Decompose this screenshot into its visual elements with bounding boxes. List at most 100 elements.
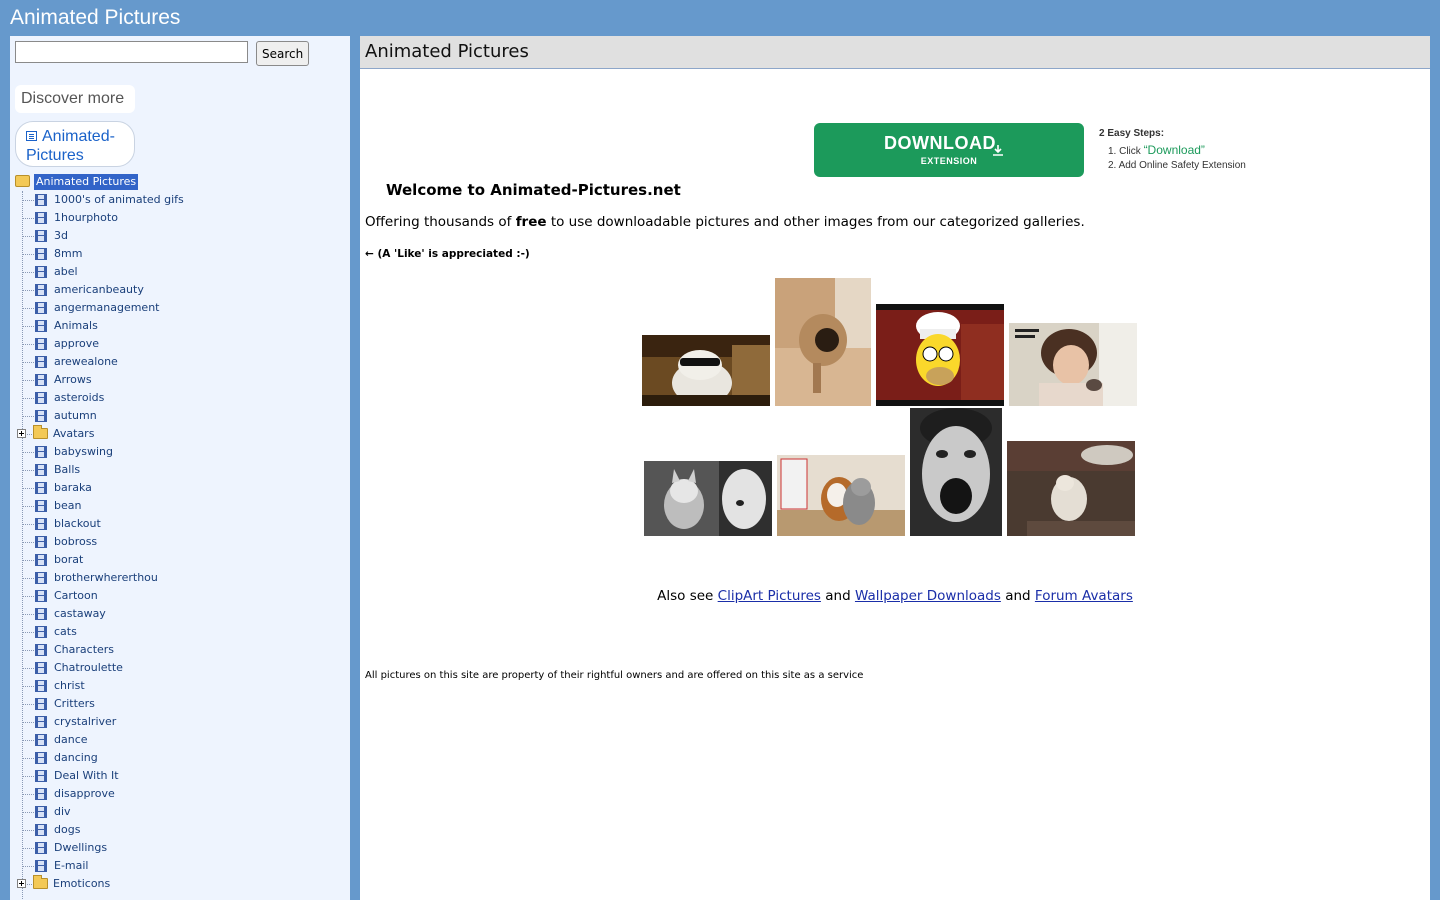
tree-item-label[interactable]: Animals — [54, 318, 98, 334]
tree-folder-item[interactable]: Avatars — [15, 425, 345, 443]
tree-item[interactable]: Cartoon — [15, 587, 345, 605]
search-button[interactable]: Search — [256, 41, 310, 66]
tree-item[interactable]: Chatroulette — [15, 659, 345, 677]
tree-root-label[interactable]: Animated Pictures — [34, 174, 139, 190]
pug-thumbnail[interactable] — [775, 278, 871, 406]
tree-item-label[interactable]: div — [54, 804, 71, 820]
tree-item-label[interactable]: Balls — [54, 462, 80, 478]
tree-item[interactable]: christ — [15, 677, 345, 695]
tree-item-label[interactable]: Chatroulette — [54, 660, 123, 676]
tree-item[interactable]: abel — [15, 263, 345, 281]
tree-item-label[interactable]: 3d — [54, 228, 68, 244]
tree-item-label[interactable]: borat — [54, 552, 83, 568]
tree-item[interactable]: cats — [15, 623, 345, 641]
tree-item-label[interactable]: baraka — [54, 480, 92, 496]
tree-item-label[interactable]: cats — [54, 624, 77, 640]
tree-item-label[interactable]: Critters — [54, 696, 95, 712]
tree-item[interactable]: 8mm — [15, 245, 345, 263]
tree-item-label[interactable]: babyswing — [54, 444, 113, 460]
tree-item[interactable]: Characters — [15, 641, 345, 659]
expand-plus-icon[interactable] — [17, 429, 26, 438]
tree-item-label[interactable]: Characters — [54, 642, 114, 658]
tree-item[interactable]: disapprove — [15, 785, 345, 803]
tree-item[interactable]: americanbeauty — [15, 281, 345, 299]
wallpaper-downloads-link[interactable]: Wallpaper Downloads — [855, 588, 1001, 604]
animated-pictures-pill[interactable]: Animated-Pictures — [15, 121, 135, 167]
cat-and-woman-thumbnail[interactable] — [644, 461, 772, 536]
tree-item-label[interactable]: Emoticons — [53, 876, 110, 892]
man-screaming-thumbnail[interactable] — [910, 408, 1002, 536]
tree-item[interactable]: Critters — [15, 695, 345, 713]
tree-item-label[interactable]: Deal With It — [54, 768, 119, 784]
cat-sunglasses-thumbnail[interactable] — [642, 335, 770, 406]
tree-item[interactable]: 1hourphoto — [15, 209, 345, 227]
tree-item[interactable]: autumn — [15, 407, 345, 425]
tree-item[interactable]: crystalriver — [15, 713, 345, 731]
tree-item[interactable]: Arrows — [15, 371, 345, 389]
tree-item-label[interactable]: Cartoon — [54, 588, 98, 604]
tree-item[interactable]: blackout — [15, 515, 345, 533]
tree-item-label[interactable]: dogs — [54, 822, 80, 838]
girl-phone-thumbnail[interactable] — [1009, 323, 1137, 406]
tree-item[interactable]: angermanagement — [15, 299, 345, 317]
tree-item-label[interactable]: dancing — [54, 750, 98, 766]
search-input[interactable] — [15, 41, 248, 63]
tree-item-label[interactable]: christ — [54, 678, 85, 694]
tree-item-label[interactable]: angermanagement — [54, 300, 159, 316]
tree-item-label[interactable]: 1000's of animated gifs — [54, 192, 184, 208]
tree-item[interactable]: asteroids — [15, 389, 345, 407]
tree-item-label[interactable]: E-mail — [54, 858, 89, 874]
tree-item[interactable]: Deal With It — [15, 767, 345, 785]
homer-chef-thumbnail[interactable] — [876, 304, 1004, 406]
tree-item[interactable]: castaway — [15, 605, 345, 623]
tree-item-label[interactable]: arewealone — [54, 354, 118, 370]
tree-folder-item[interactable]: Emoticons — [15, 875, 345, 893]
tree-item-label[interactable]: asteroids — [54, 390, 104, 406]
forum-avatars-link[interactable]: Forum Avatars — [1035, 588, 1133, 604]
tree-item[interactable]: dogs — [15, 821, 345, 839]
tree-item-label[interactable]: Dwellings — [54, 840, 107, 856]
tree-item-label[interactable]: 8mm — [54, 246, 82, 262]
tree-item[interactable]: div — [15, 803, 345, 821]
tree-item-label[interactable]: disapprove — [54, 786, 115, 802]
tree-item-label[interactable]: 1hourphoto — [54, 210, 118, 226]
tree-item[interactable]: borat — [15, 551, 345, 569]
tree-item-label[interactable]: approve — [54, 336, 99, 352]
tree-item-label[interactable]: autumn — [54, 408, 97, 424]
tree-item-label[interactable]: Avatars — [53, 426, 94, 442]
tree-item[interactable]: brotherwhererthou — [15, 569, 345, 587]
tree-item[interactable]: E-mail — [15, 857, 345, 875]
tree-item[interactable]: Balls — [15, 461, 345, 479]
tree-item[interactable]: dance — [15, 731, 345, 749]
tree-item[interactable]: 1000's of animated gifs — [15, 191, 345, 209]
tree-item-label[interactable]: blackout — [54, 516, 101, 532]
tree-item[interactable]: approve — [15, 335, 345, 353]
dog-and-cat-thumbnail[interactable] — [777, 455, 905, 536]
tree-item[interactable]: bean — [15, 497, 345, 515]
tree-item-label[interactable]: crystalriver — [54, 714, 116, 730]
tree-item-label[interactable]: castaway — [54, 606, 106, 622]
clipart-pictures-link[interactable]: ClipArt Pictures — [718, 588, 821, 604]
film-icon — [35, 284, 47, 296]
tree-item[interactable]: baraka — [15, 479, 345, 497]
tree-item[interactable]: 3d — [15, 227, 345, 245]
tree-item[interactable]: dancing — [15, 749, 345, 767]
tree-item[interactable]: Animals — [15, 317, 345, 335]
tree-item-label[interactable]: americanbeauty — [54, 282, 144, 298]
tree-item-label[interactable]: brotherwhererthou — [54, 570, 158, 586]
tree-item-label[interactable]: abel — [54, 264, 78, 280]
tree-item-label[interactable]: bobross — [54, 534, 97, 550]
cat-on-floor-thumbnail[interactable] — [1007, 441, 1135, 536]
download-ad-button[interactable]: DOWNLOAD EXTENSION — [814, 123, 1084, 177]
tree-item[interactable]: Dwellings — [15, 839, 345, 857]
tree-item-label[interactable]: dance — [54, 732, 88, 748]
footer-disclaimer: All pictures on this site are property o… — [365, 670, 864, 681]
tree-item[interactable]: bobross — [15, 533, 345, 551]
ad-button-sub: EXTENSION — [920, 156, 978, 166]
tree-item[interactable]: arewealone — [15, 353, 345, 371]
tree-item-label[interactable]: Arrows — [54, 372, 92, 388]
expand-plus-icon[interactable] — [17, 879, 26, 888]
tree-root[interactable]: Animated Pictures — [15, 173, 345, 191]
tree-item-label[interactable]: bean — [54, 498, 81, 514]
tree-item[interactable]: babyswing — [15, 443, 345, 461]
